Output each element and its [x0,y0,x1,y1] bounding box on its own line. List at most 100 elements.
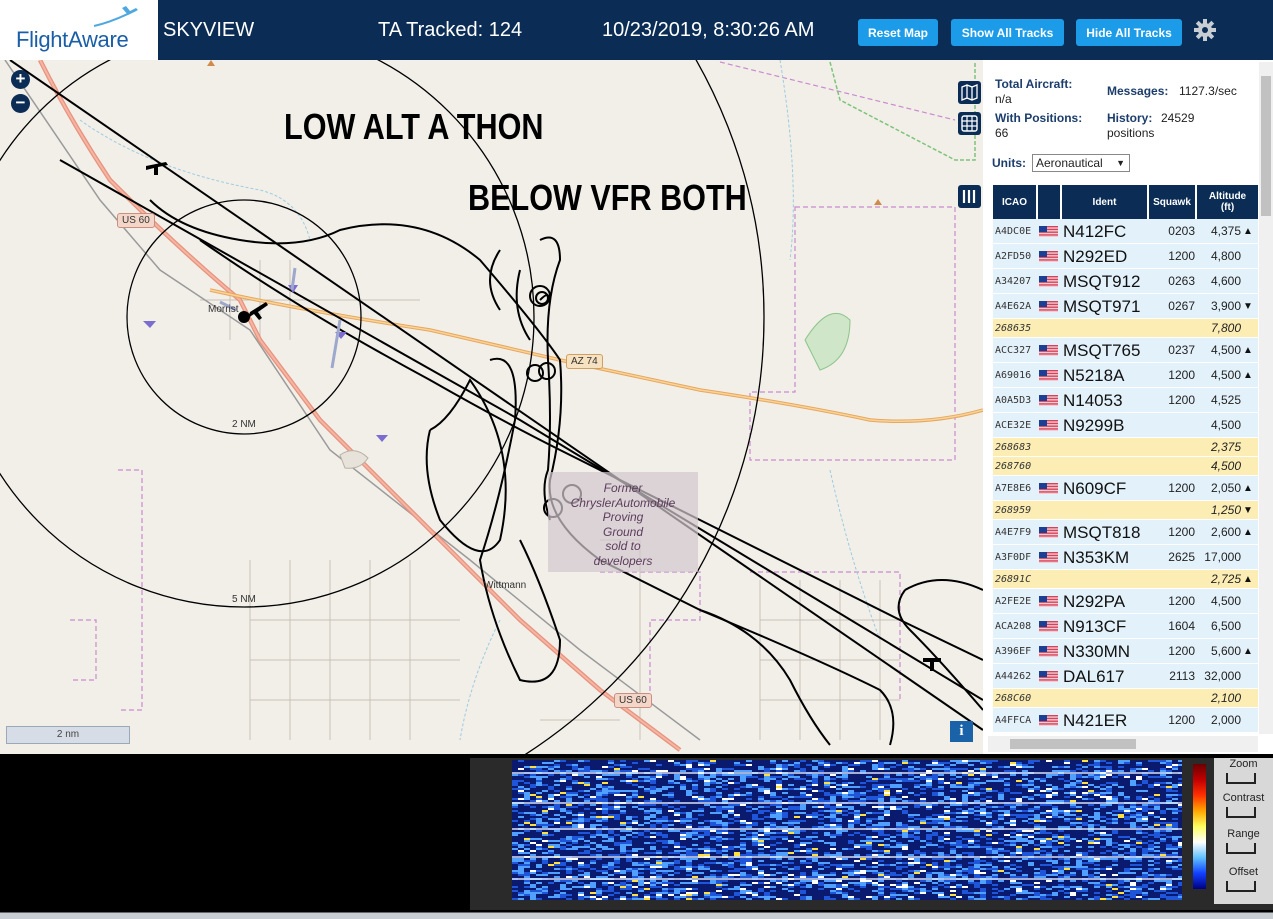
aircraft-row[interactable]: A2FE2E N292PA 1200 4,500 [993,589,1258,614]
hide-all-tracks-button[interactable]: Hide All Tracks [1076,19,1182,46]
top-header: FlightAware SKYVIEW TA Tracked: 124 10/2… [0,0,1273,60]
column-header-ident[interactable]: Ident [1062,185,1147,219]
altitude-cell: 4,600 [1210,274,1241,288]
ident-cell: N609CF [1063,479,1127,498]
descend-arrow-icon: ▼ [1243,505,1253,516]
ident-cell: N292PA [1063,592,1126,611]
squawk-cell: 0267 [1168,299,1195,313]
aircraft-row[interactable]: 268683 2,375 [993,438,1258,457]
waterfall-controls: Zoom Contrast Range Offset [1214,758,1273,904]
aircraft-row[interactable]: A4FFCA N421ER 1200 2,000 [993,708,1258,733]
icao-cell: A7E8E6 [995,483,1032,494]
aircraft-row[interactable]: A396EF N330MN 1200 5,600 ▲ [993,639,1258,664]
climb-arrow-icon: ▲ [1243,527,1253,538]
waterfall-control-slider[interactable] [1226,843,1256,854]
app-title: SKYVIEW [163,19,255,41]
icao-cell: A3F0DF [995,552,1032,563]
waterfall-control-slider[interactable] [1226,807,1256,818]
icao-cell: ACA208 [995,621,1032,632]
squawk-cell: 0237 [1168,343,1195,357]
info-button[interactable]: i [950,721,973,742]
icao-cell: 268635 [995,323,1032,334]
aircraft-row[interactable]: A44262 DAL617 2113 32,000 [993,664,1258,689]
us-flag-icon [1039,420,1058,431]
altitude-cell: 32,000 [1204,669,1241,683]
ident-cell: N9299B [1063,416,1125,435]
squawk-cell: 1200 [1168,644,1195,658]
us-flag-icon [1039,395,1058,406]
aircraft-row[interactable]: ACE32E N9299B 4,500 [993,413,1258,438]
aircraft-row[interactable]: A34207 MSQT912 0263 4,600 [993,269,1258,294]
flightaware-logo[interactable]: FlightAware [0,0,158,60]
column-header-icao[interactable]: ICAO [993,185,1036,219]
us-flag-icon [1039,621,1058,632]
with-positions-value: 66 [995,126,1009,140]
reset-map-button[interactable]: Reset Map [858,19,938,46]
us-flag-icon [1039,715,1058,726]
squawk-cell: 1200 [1168,368,1195,382]
units-select[interactable]: Aeronautical ▼ [1032,154,1130,172]
us-flag-icon [1039,301,1058,312]
column-toggle-icon[interactable] [958,185,981,208]
aircraft-row[interactable]: A0A5D3 N14053 1200 4,525 [993,388,1258,413]
aircraft-row[interactable]: 26891C 2,725 ▲ [993,570,1258,589]
road-label-us60: US 60 [117,213,155,228]
icao-cell: A2FD50 [995,251,1032,262]
panel-horizontal-scrollbar[interactable] [988,736,1258,752]
map-layers-icon[interactable] [958,81,981,104]
us-flag-icon [1039,527,1058,538]
town-label-wittmann: Wittmann [484,580,527,591]
scrollbar-thumb[interactable] [1261,76,1271,216]
grid-toggle-icon[interactable] [958,112,981,135]
aircraft-row[interactable]: 268C60 2,100 [993,689,1258,708]
aircraft-row[interactable]: A3F0DF N353KM 2625 17,000 [993,545,1258,570]
icao-cell: A396EF [995,646,1032,657]
aircraft-row[interactable]: A7E8E6 N609CF 1200 2,050 ▲ [993,476,1258,501]
waterfall-display[interactable] [512,760,1182,900]
scrollbar-thumb-horizontal[interactable] [1010,739,1136,749]
us-flag-icon [1039,552,1058,563]
column-header-flag[interactable] [1038,185,1060,219]
altitude-cell: 4,500 [1210,594,1241,608]
squawk-cell: 2625 [1168,550,1195,564]
map-canvas[interactable] [0,60,983,754]
zoom-in-button[interactable]: + [11,70,30,89]
show-all-tracks-button[interactable]: Show All Tracks [951,19,1064,46]
road-label-us60-south: US 60 [614,693,652,708]
messages-value: 1127.3/sec [1179,84,1237,98]
us-flag-icon [1039,596,1058,607]
squawk-cell: 0263 [1168,274,1195,288]
aircraft-row[interactable]: ACC327 MSQT765 0237 4,500 ▲ [993,338,1258,363]
squawk-cell: 1200 [1168,525,1195,539]
map-view[interactable]: + − LOW ALT A THON BELOW VFR BOTH US 60 … [0,60,983,754]
aircraft-row[interactable]: A4E62A MSQT971 0267 3,900 ▼ [993,294,1258,319]
zoom-out-button[interactable]: − [11,94,30,113]
aircraft-row[interactable]: 268760 4,500 [993,457,1258,476]
waterfall-control-slider[interactable] [1226,881,1256,892]
with-positions-label: With Positions: [995,111,1083,125]
total-aircraft-label: Total Aircraft: [995,77,1073,91]
waterfall-control-slider[interactable] [1226,773,1256,784]
panel-vertical-scrollbar[interactable] [1259,62,1273,734]
aircraft-row[interactable]: A2FD50 N292ED 1200 4,800 [993,244,1258,269]
squawk-cell: 1200 [1168,713,1195,727]
icao-cell: A34207 [995,276,1032,287]
altitude-cell: 4,500 [1210,459,1241,473]
aircraft-row[interactable]: ACA208 N913CF 1604 6,500 [993,614,1258,639]
aircraft-row[interactable]: 268635 7,800 [993,319,1258,338]
aircraft-row[interactable]: 268959 1,250 ▼ [993,501,1258,520]
squawk-cell: 0203 [1168,224,1195,238]
column-header-squawk[interactable]: Squawk [1149,185,1195,219]
aircraft-table-body: A4DC0E N412FC 0203 4,375 ▲ A2FD50 N292ED 1200 4,… [993,219,1258,733]
column-header-altitude[interactable]: Altitude (ft) [1197,185,1258,219]
aircraft-row[interactable]: A69016 N5218A 1200 4,500 ▲ [993,363,1258,388]
icao-cell: 268959 [995,505,1032,516]
aircraft-row[interactable]: A4E7F9 MSQT818 1200 2,600 ▲ [993,520,1258,545]
settings-gear-icon[interactable] [1192,17,1218,43]
altitude-cell: 17,000 [1204,550,1241,564]
climb-arrow-icon: ▲ [1243,226,1253,237]
us-flag-icon [1039,671,1058,682]
history-label: History: [1107,111,1153,125]
aircraft-row[interactable]: A4DC0E N412FC 0203 4,375 ▲ [993,219,1258,244]
waterfall-control-label: Contrast [1222,792,1265,804]
